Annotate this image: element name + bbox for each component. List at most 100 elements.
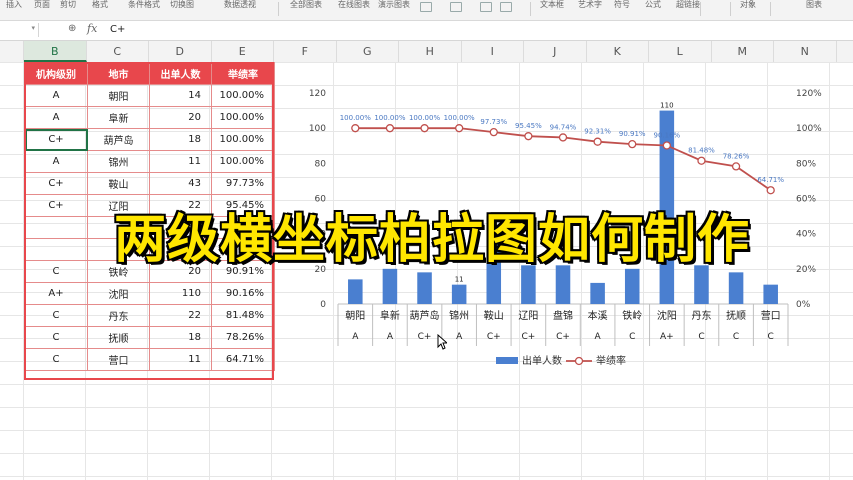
ribbon-tool-icon[interactable]: [450, 2, 462, 12]
line-point: [766, 186, 775, 195]
table-cell[interactable]: 100.00%: [211, 106, 275, 129]
line-data-label: 100.00%: [340, 114, 371, 122]
line-data-label: 92.31%: [584, 128, 611, 136]
table-cell[interactable]: 丹东: [87, 304, 150, 327]
table-row: A+ 沈阳 110 90.16%: [24, 282, 275, 305]
table-cell[interactable]: 18: [149, 326, 212, 349]
column-header-j[interactable]: J: [524, 41, 587, 62]
line-point: [455, 124, 464, 133]
table-cell[interactable]: C: [24, 304, 88, 327]
ribbon-item[interactable]: 切换图: [170, 0, 194, 9]
ribbon-item[interactable]: 超链接: [676, 0, 700, 9]
table-cell[interactable]: A: [24, 84, 88, 107]
table-cell[interactable]: 朝阳: [87, 84, 150, 107]
formula-input[interactable]: C+: [110, 24, 125, 35]
table-cell[interactable]: 20: [149, 106, 212, 129]
column-header-k[interactable]: K: [587, 41, 649, 62]
table-cell[interactable]: 11: [149, 348, 212, 371]
ribbon-tool-icon[interactable]: [500, 2, 512, 12]
legend-label: 出单人数: [522, 354, 562, 367]
table-cell[interactable]: 110: [149, 282, 212, 305]
table-cell[interactable]: C+: [24, 128, 88, 151]
table-cell[interactable]: 81.48%: [211, 304, 275, 327]
ribbon-item[interactable]: 全部图表: [290, 0, 322, 9]
table-cell[interactable]: 64.71%: [211, 348, 275, 371]
ribbon-item[interactable]: 在线图表: [338, 0, 370, 9]
table-cell[interactable]: A: [24, 150, 88, 173]
ribbon-item[interactable]: 演示图表: [378, 0, 410, 9]
table-cell[interactable]: 22: [149, 304, 212, 327]
column-header-c[interactable]: C: [87, 41, 149, 62]
chevron-down-icon[interactable]: ▾: [31, 24, 35, 32]
table-cell[interactable]: 14: [149, 84, 212, 107]
line-point: [385, 124, 395, 133]
ribbon-item[interactable]: 格式: [92, 0, 108, 9]
legend-label: 举绩率: [596, 354, 626, 367]
line-data-label: 90.91%: [619, 130, 646, 138]
table-row: C 抚顺 18 78.26%: [24, 326, 275, 349]
y-right-tick-label: 120%: [796, 89, 822, 99]
table-cell[interactable]: 鞍山: [87, 172, 150, 195]
table-cell[interactable]: A+: [24, 282, 88, 305]
table-cell[interactable]: 阜新: [87, 106, 150, 129]
ribbon-item[interactable]: 条件格式: [128, 0, 160, 9]
column-header-g[interactable]: G: [337, 41, 399, 62]
column-header-f[interactable]: F: [274, 41, 337, 62]
ribbon-item[interactable]: 插入: [6, 0, 22, 9]
column-header-b[interactable]: B: [24, 41, 87, 62]
table-cell[interactable]: 葫芦岛: [87, 128, 150, 151]
table-cell[interactable]: 97.73%: [211, 172, 275, 195]
ribbon-item[interactable]: 数据透视: [224, 0, 256, 9]
table-cell[interactable]: C: [24, 348, 88, 371]
ribbon-tool-icon[interactable]: [420, 2, 432, 12]
table-cell[interactable]: 营口: [87, 348, 150, 371]
table-cell[interactable]: 100.00%: [211, 128, 275, 151]
column-header-l[interactable]: L: [649, 41, 712, 62]
ribbon-item[interactable]: 艺术字: [578, 0, 602, 9]
select-all-corner[interactable]: [0, 41, 24, 62]
table-cell[interactable]: 抚顺: [87, 326, 150, 349]
name-box[interactable]: ▾: [0, 23, 39, 37]
ribbon-item[interactable]: 页面: [34, 0, 50, 9]
column-headers: BCDEFGHIJKLMN: [0, 41, 853, 63]
table-cell[interactable]: A: [24, 106, 88, 129]
table-cell[interactable]: 43: [149, 172, 212, 195]
table-header-cell[interactable]: 举绩率: [211, 62, 275, 85]
legend-swatch-marker: [574, 356, 584, 366]
table-cell[interactable]: 100.00%: [211, 150, 275, 173]
table-cell[interactable]: 沈阳: [87, 282, 150, 305]
ribbon-item[interactable]: 文本框: [540, 0, 564, 9]
line-point: [420, 124, 429, 133]
bar: [451, 284, 467, 304]
insert-function-icon[interactable]: fx: [87, 22, 97, 35]
table-cell[interactable]: 90.16%: [211, 282, 275, 305]
table-header-cell[interactable]: 机构级别: [24, 62, 88, 85]
column-header-d[interactable]: D: [149, 41, 212, 62]
ribbon-item[interactable]: 对象: [740, 0, 756, 9]
ribbon-item[interactable]: 符号: [614, 0, 630, 9]
ribbon-item[interactable]: 图表: [806, 0, 822, 9]
zoom-icon[interactable]: ⊕: [68, 23, 76, 34]
column-header-m[interactable]: M: [712, 41, 774, 62]
table-cell[interactable]: C+: [24, 172, 88, 195]
table-row: C 丹东 22 81.48%: [24, 304, 275, 327]
table-cell[interactable]: C: [24, 326, 88, 349]
x-category-label: 本溪: [588, 309, 608, 322]
x-level-label: C: [768, 332, 774, 342]
column-header-n[interactable]: N: [774, 41, 837, 62]
table-cell[interactable]: 18: [149, 128, 212, 151]
column-header-e[interactable]: E: [212, 41, 274, 62]
table-cell[interactable]: 78.26%: [211, 326, 275, 349]
video-title-overlay: 两级横坐标柏拉图如何制作: [112, 209, 750, 272]
table-cell[interactable]: 锦州: [87, 150, 150, 173]
table-cell[interactable]: 11: [149, 150, 212, 173]
ribbon-item[interactable]: 公式: [645, 0, 661, 9]
ribbon-tool-icon[interactable]: [480, 2, 492, 12]
ribbon-item[interactable]: 剪切: [60, 0, 76, 9]
table-header-cell[interactable]: 地市: [87, 62, 150, 85]
y-left-tick-label: 0: [320, 300, 326, 310]
column-header-i[interactable]: I: [462, 41, 524, 62]
table-cell[interactable]: 100.00%: [211, 84, 275, 107]
table-header-cell[interactable]: 出单人数: [149, 62, 212, 85]
column-header-h[interactable]: H: [399, 41, 462, 62]
